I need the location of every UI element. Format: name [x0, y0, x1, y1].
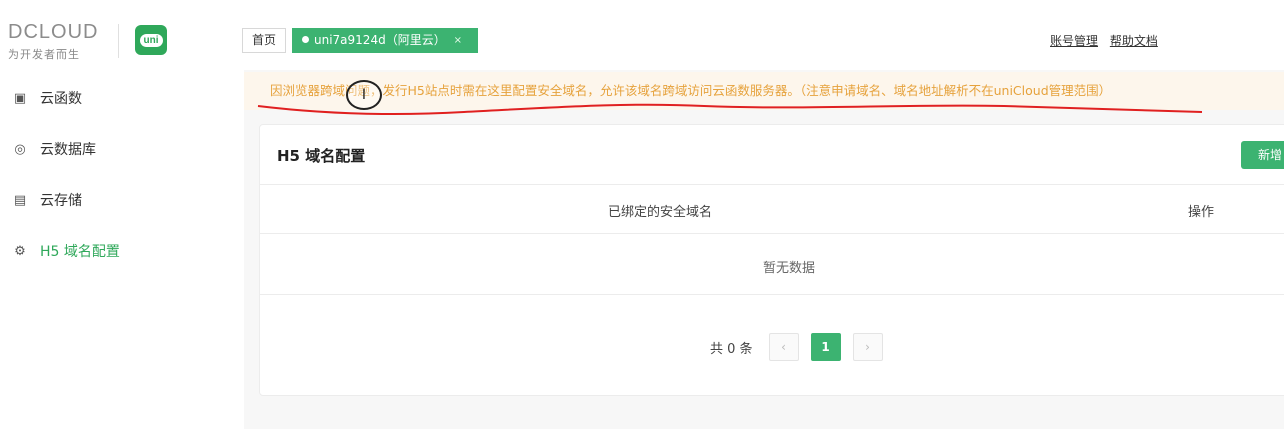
column-header-domain: 已绑定的安全域名: [607, 205, 712, 220]
pagination-total: 共 0 条: [710, 341, 753, 357]
text-cursor-icon: I: [346, 80, 382, 110]
tab-space-label: uni7a9124d（阿里云）: [314, 33, 446, 47]
divider: [260, 184, 1284, 185]
uni-app-icon-text: uni: [139, 33, 163, 47]
logo-divider: [118, 24, 119, 58]
uni-app-icon: uni: [135, 25, 167, 55]
sidebar-item-storage[interactable]: ▤ 云存储: [0, 180, 244, 220]
cloud-function-icon: ▣: [13, 90, 27, 106]
sidebar: ▣ 云函数 ◎ 云数据库 ▤ 云存储 ⚙ H5 域名配置: [0, 78, 244, 429]
sidebar-item-database[interactable]: ◎ 云数据库: [0, 129, 244, 169]
pagination: 共 0 条 ‹ 1 ›: [710, 333, 895, 361]
tab-close-icon[interactable]: ×: [454, 28, 462, 53]
card-title: H5 域名配置: [277, 147, 366, 165]
sidebar-item-cloud-function[interactable]: ▣ 云函数: [0, 78, 244, 118]
tab-space[interactable]: uni7a9124d（阿里云） ×: [292, 28, 478, 53]
sidebar-item-label: H5 域名配置: [40, 244, 120, 260]
divider: [260, 294, 1284, 295]
logo-tagline: 为开发者而生: [8, 48, 80, 61]
dcloud-logo: DCLOUD 为开发者而生: [8, 21, 108, 61]
database-icon: ◎: [14, 141, 26, 157]
sidebar-item-label: 云数据库: [40, 142, 96, 158]
header-links: 账号管理 帮助文档: [1050, 32, 1166, 49]
settings-icon: ⚙: [14, 243, 26, 259]
empty-state: 暂无数据: [762, 261, 815, 276]
logo-mark: DCLOUD: [8, 21, 99, 43]
divider: [260, 233, 1284, 234]
sidebar-item-label: 云存储: [40, 193, 82, 209]
prev-page-button[interactable]: ‹: [768, 333, 799, 361]
header: DCLOUD 为开发者而生 uni 首页 uni7a9124d（阿里云） × 账…: [0, 0, 1284, 78]
sidebar-item-label: 云函数: [40, 91, 82, 107]
storage-icon: ▤: [13, 192, 27, 208]
next-page-button[interactable]: ›: [852, 333, 883, 361]
active-dot-icon: [302, 36, 309, 43]
red-underline-annotation: [257, 103, 1203, 115]
page-1-button[interactable]: 1: [810, 333, 841, 361]
account-management-link[interactable]: 账号管理: [1050, 34, 1098, 48]
column-header-action: 操作: [1188, 205, 1215, 220]
domain-config-card: H5 域名配置 新增 已绑定的安全域名 操作 暂无数据 共 0 条 ‹ 1 ›: [259, 124, 1284, 396]
add-domain-button[interactable]: 新增: [1241, 141, 1284, 169]
tab-home[interactable]: 首页: [242, 28, 287, 53]
help-docs-link[interactable]: 帮助文档: [1110, 34, 1158, 48]
sidebar-item-h5-domain[interactable]: ⚙ H5 域名配置: [0, 231, 244, 271]
